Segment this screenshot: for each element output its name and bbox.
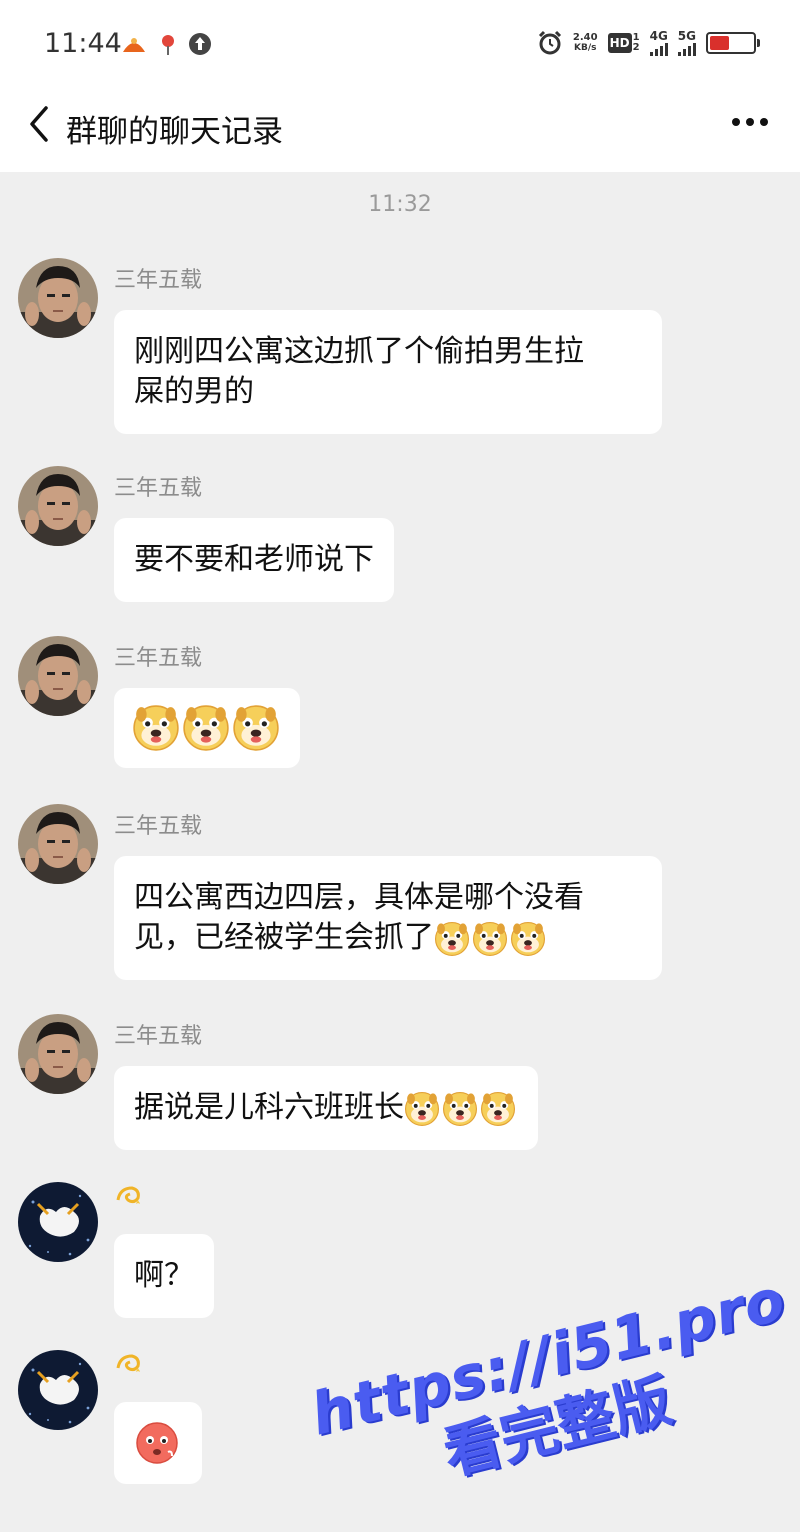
signal-5g-icon: 5G [677, 30, 696, 56]
page-title: 群聊的聊天记录 [66, 114, 283, 150]
message-text: 要不要和老师说下 [134, 542, 374, 577]
puppy-face-emoji [472, 921, 508, 957]
message-bubble[interactable] [114, 1402, 202, 1484]
watermark: https://i51.pro 看完整版 [304, 1265, 800, 1532]
battery-icon [706, 32, 760, 54]
sender-name: 三年五载 [114, 268, 203, 293]
sender-name: 三年五载 [114, 814, 203, 839]
avatar[interactable] [18, 636, 98, 716]
message-bubble[interactable]: 据说是儿科六班班长 [114, 1066, 538, 1150]
puppy-face-emoji [232, 704, 280, 752]
sender-name: 三年五载 [114, 476, 203, 501]
avatar[interactable] [18, 1350, 98, 1430]
message-bubble[interactable] [114, 688, 300, 768]
flushed-face-emoji [134, 1420, 180, 1466]
puppy-face-emoji [182, 704, 230, 752]
avatar[interactable] [18, 466, 98, 546]
watermark-sub: 看完整版 [436, 1365, 679, 1488]
avatar[interactable] [18, 1014, 98, 1094]
puppy-face-emoji [404, 1091, 440, 1127]
avatar[interactable] [18, 1182, 98, 1262]
chat-timestamp: 11:32 [368, 192, 432, 217]
puppy-face-emoji [132, 704, 180, 752]
status-time: 11:44 [44, 28, 122, 59]
message-bubble[interactable]: 刚刚四公寓这边抓了个偷拍男生拉 屎的男的 [114, 310, 662, 434]
puppy-face-emoji [480, 1091, 516, 1127]
puppy-face-emoji [442, 1091, 478, 1127]
puppy-face-emoji [434, 920, 548, 955]
signal-4g-icon: 4G [649, 30, 668, 56]
message-text: 啊？ [134, 1258, 194, 1293]
hd-icon: HD 1 2 [607, 32, 640, 53]
upload-icon [189, 33, 211, 55]
message-bubble[interactable]: 四公寓西边四层，具体是哪个没看 见，已经被学生会抓了 [114, 856, 662, 980]
dizzy-emoji [114, 1350, 144, 1380]
watermark-url: https://i51.pro [304, 1265, 793, 1449]
location-icon [162, 35, 174, 55]
alarm-icon [538, 30, 561, 55]
message-text-line: 四公寓西边四层，具体是哪个没看 [134, 880, 584, 915]
puppy-face-emoji [510, 921, 546, 957]
puppy-face-emoji [434, 921, 470, 957]
dizzy-emoji [114, 1182, 144, 1212]
sender-name: 三年五载 [114, 646, 203, 671]
avatar[interactable] [18, 258, 98, 338]
nav-bar: 群聊的聊天记录 [0, 88, 800, 172]
message-text-line: 见，已经被学生会抓了 [134, 920, 434, 955]
sender-name: 三年五载 [114, 1024, 203, 1049]
message-text: 据说是儿科六班班长 [134, 1090, 404, 1125]
message-text-line: 刚刚四公寓这边抓了个偷拍男生拉 [134, 334, 584, 369]
flushed-face-emoji [134, 1425, 182, 1460]
avatar[interactable] [18, 804, 98, 884]
message-bubble[interactable]: 要不要和老师说下 [114, 518, 394, 602]
chevron-left-icon[interactable] [22, 102, 58, 146]
battery-level [710, 36, 729, 50]
status-bar: 11:44 2.40 KB/s HD 1 2 4G 5G [0, 0, 800, 88]
message-bubble[interactable]: 啊？ [114, 1234, 214, 1318]
app-notification-icon [123, 38, 145, 52]
message-text-line: 屎的男的 [134, 374, 254, 409]
puppy-face-emoji [404, 1090, 518, 1125]
status-indicators: 2.40 KB/s HD 1 2 4G 5G [537, 30, 760, 56]
network-speed: 2.40 KB/s [572, 32, 598, 53]
puppy-face-emoji [132, 710, 282, 745]
more-dots-icon[interactable] [730, 108, 770, 136]
